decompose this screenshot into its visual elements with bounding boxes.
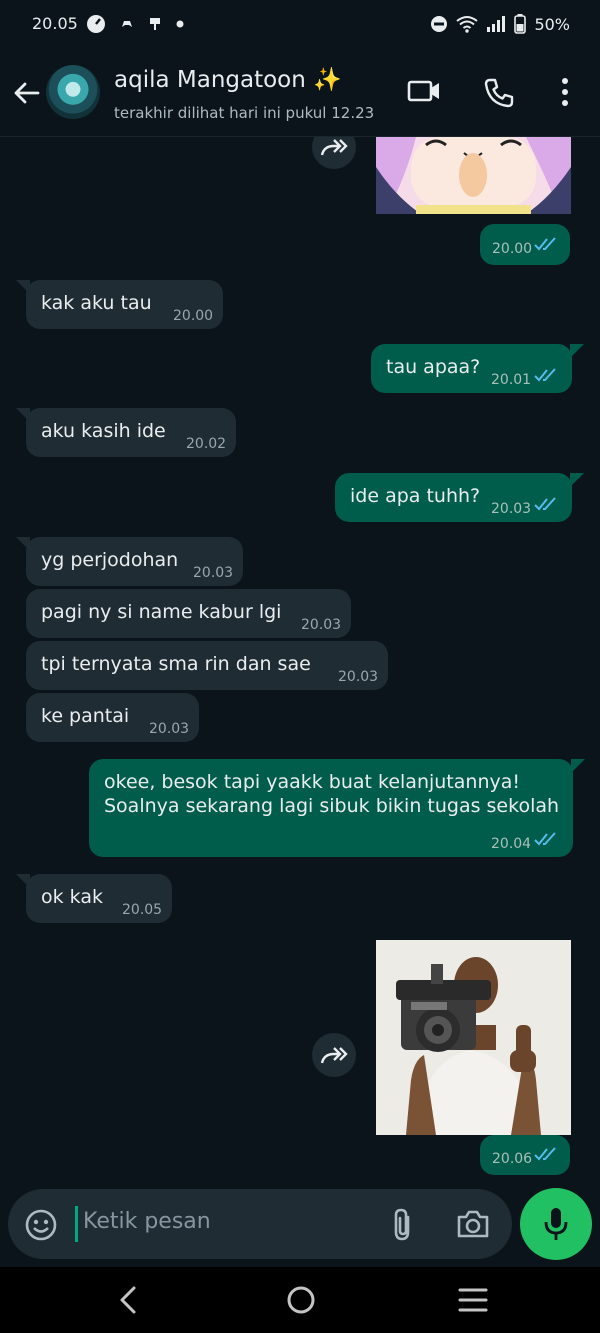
camera-icon[interactable]: [456, 1209, 490, 1239]
message-image-anime-sticker[interactable]: [376, 137, 571, 214]
message-time: 20.02: [186, 436, 227, 452]
forward-icon: [320, 139, 348, 156]
incoming-message[interactable]: tpi ternyata sma rin dan sae 20.03: [26, 641, 388, 690]
status-bar: 20.05 50%: [0, 0, 600, 52]
message-text: aku kasih ide: [41, 420, 166, 442]
signal-icon: [487, 16, 506, 32]
read-ticks-icon: [534, 497, 556, 511]
battery-icon: [514, 14, 527, 34]
incoming-message[interactable]: aku kasih ide 20.02: [16, 408, 236, 457]
incoming-message[interactable]: yg perjodohan 20.03: [16, 537, 243, 586]
brush-icon: [150, 18, 160, 30]
message-image-camera-meme[interactable]: [376, 940, 571, 1135]
message-text: ide apa tuhh?: [350, 485, 481, 507]
message-text-line: okee, besok tapi yaakk buat kelanjutanny…: [104, 771, 520, 793]
contact-name[interactable]: aqila Mangatoon ✨: [114, 66, 342, 93]
gamepad-icon: [122, 21, 132, 27]
read-ticks-icon: [534, 1147, 556, 1161]
chat-header: aqila Mangatoon ✨ terakhir dilihat hari …: [0, 52, 600, 137]
back-arrow-icon[interactable]: [12, 78, 42, 108]
message-time: 20.03: [491, 501, 532, 517]
mic-button[interactable]: [520, 1188, 592, 1260]
message-time: 20.03: [149, 721, 190, 737]
message-time: 20.00: [492, 241, 533, 257]
message-text: yg perjodohan: [41, 549, 179, 571]
incoming-message[interactable]: kak aku tau 20.00: [16, 280, 223, 329]
status-time: 20.05: [32, 14, 78, 33]
attach-icon[interactable]: [388, 1207, 418, 1243]
read-ticks-icon: [534, 368, 556, 382]
last-seen-status: terakhir dilihat hari ini pukul 12.23: [114, 104, 375, 122]
message-text: ok kak: [41, 886, 103, 908]
message-time: 20.04: [491, 836, 532, 852]
dot-icon: [176, 20, 184, 28]
outgoing-message[interactable]: tau apaa? 20.01: [371, 344, 584, 393]
message-time: 20.06: [492, 1151, 533, 1167]
video-call-icon[interactable]: [406, 76, 442, 106]
message-text-line: Soalnya sekarang lagi sibuk bikin tugas …: [104, 795, 560, 817]
outgoing-message[interactable]: okee, besok tapi yaakk buat kelanjutanny…: [89, 759, 585, 857]
nav-recents-icon[interactable]: [458, 1283, 488, 1317]
battery-percent: 50%: [534, 14, 570, 34]
avatar[interactable]: [46, 65, 100, 119]
message-time: 20.03: [193, 565, 234, 581]
system-icons: 50%: [430, 14, 570, 34]
forward-button[interactable]: [312, 1033, 356, 1077]
message-text: kak aku tau: [41, 292, 152, 314]
forward-icon: [320, 1047, 348, 1064]
system-navigation-bar: [0, 1267, 600, 1333]
message-time: 20.03: [301, 617, 342, 633]
message-time: 20.00: [173, 308, 214, 324]
emoji-icon[interactable]: [24, 1208, 58, 1242]
wifi-icon: [456, 16, 479, 33]
speedometer-icon: [87, 15, 105, 33]
notification-icons: [86, 14, 184, 34]
voice-call-icon[interactable]: [482, 76, 516, 110]
nav-back-icon[interactable]: [116, 1283, 140, 1317]
read-ticks-icon: [534, 832, 556, 846]
dnd-icon: [431, 16, 448, 32]
mic-icon: [544, 1208, 568, 1240]
message-input-bar: Ketik pesan: [8, 1189, 512, 1259]
message-text: tau apaa?: [386, 356, 481, 378]
incoming-message[interactable]: pagi ny si name kabur lgi 20.03: [26, 589, 351, 638]
text-caret: [75, 1206, 78, 1242]
read-ticks-icon: [534, 237, 556, 251]
image-meta-bubble: 20.06: [480, 1135, 570, 1175]
message-text: pagi ny si name kabur lgi: [41, 601, 282, 623]
message-text: tpi ternyata sma rin dan sae: [41, 653, 311, 675]
message-time: 20.03: [338, 669, 379, 685]
message-input[interactable]: Ketik pesan: [83, 1209, 211, 1234]
outgoing-message[interactable]: ide apa tuhh? 20.03: [335, 473, 584, 522]
message-list[interactable]: 20.00 kak aku tau 20.00 tau apaa? 20.01 …: [0, 137, 600, 1184]
incoming-message[interactable]: ke pantai 20.03: [26, 693, 199, 742]
nav-home-icon[interactable]: [286, 1283, 316, 1317]
image-meta-bubble: 20.00: [480, 224, 570, 265]
message-time: 20.05: [122, 902, 163, 918]
message-time: 20.01: [491, 372, 532, 388]
message-text: ke pantai: [41, 705, 130, 727]
incoming-message[interactable]: ok kak 20.05: [16, 874, 172, 923]
forward-button[interactable]: [312, 137, 356, 169]
more-options-icon[interactable]: [558, 76, 572, 108]
